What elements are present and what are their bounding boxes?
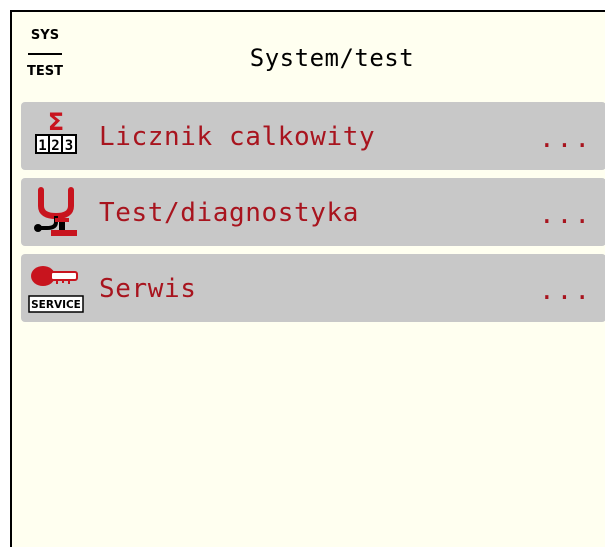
service-icon-text: SERVICE [31,299,81,311]
menu-item-label: Serwis [99,274,197,304]
menu-item-total-counter[interactable]: Σ 1 2 3 Licznik calkowity ... [21,102,605,170]
menu-item-label: Test/diagnostyka [99,198,360,228]
more-indicator: ... [539,124,592,154]
svg-text:2: 2 [51,138,59,154]
sys-test-icon-divider [28,53,62,55]
svg-text:Σ: Σ [48,108,64,136]
more-indicator: ... [539,200,592,230]
menu-item-service[interactable]: SERVICE Serwis ... [21,254,605,322]
page-title: System/test [249,44,415,72]
menu-item-test-diagnostics[interactable]: Test/diagnostyka ... [21,178,605,246]
menu-item-label: Licznik calkowity [99,122,376,152]
header: SYS TEST System/test [12,12,605,94]
more-indicator: ... [539,276,592,306]
service-key-icon: SERVICE [27,260,85,316]
svg-text:1: 1 [38,138,46,154]
sys-test-icon-bottom: TEST [27,64,63,79]
sys-test-icon-top: SYS [30,28,60,43]
menu-list: Σ 1 2 3 Licznik calkowity ... Test/diagn… [21,102,605,330]
sum-counter-icon: Σ 1 2 3 [27,108,85,164]
svg-text:3: 3 [65,138,73,154]
screen-frame: SYS TEST System/test Σ 1 2 3 Licznik cal… [10,10,605,547]
sys-test-icon: SYS TEST [26,28,64,84]
diagnostics-icon [27,184,85,240]
